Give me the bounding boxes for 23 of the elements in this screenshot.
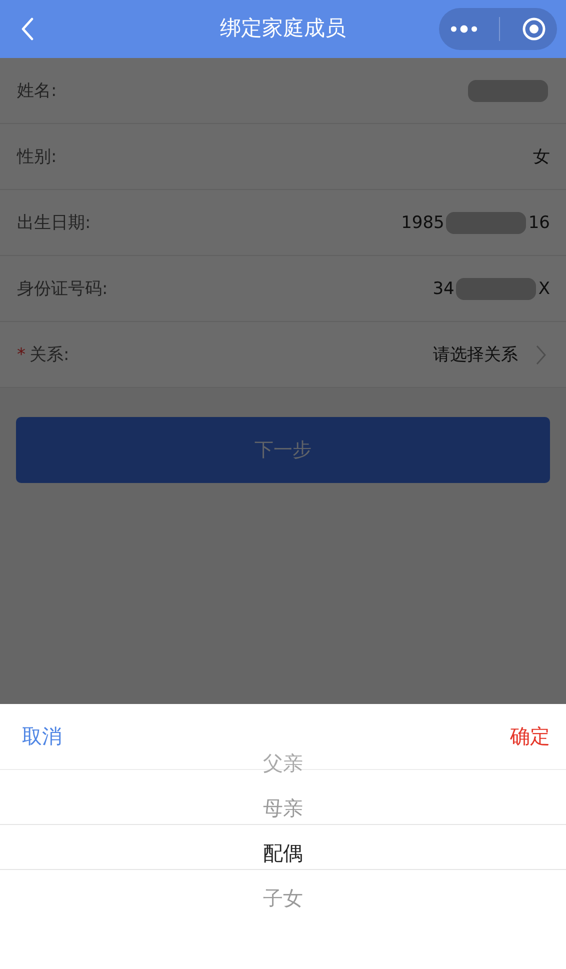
confirm-button[interactable]: 确定 — [510, 723, 550, 750]
back-icon[interactable] — [20, 17, 34, 41]
page-title: 绑定家庭成员 — [219, 15, 347, 42]
more-icon[interactable] — [450, 24, 478, 34]
form-row[interactable]: * 关系: 请选择关系 — [0, 322, 566, 388]
chevron-icon — [536, 344, 546, 364]
picker-option[interactable]: 配偶 — [263, 831, 303, 876]
picker-option[interactable]: 母亲 — [263, 786, 303, 831]
required-mark: * — [17, 344, 26, 364]
field-value: 16 — [528, 212, 550, 232]
field-value: 1985 — [401, 212, 444, 232]
field-label: 关系: — [30, 344, 70, 366]
field-value: X — [538, 278, 550, 298]
picker-option[interactable]: 父亲 — [263, 741, 303, 786]
field-value: 女 — [533, 146, 550, 168]
field-label: 姓名: — [17, 80, 57, 102]
field-label: 出生日期: — [17, 212, 91, 234]
field-label: 性别: — [17, 146, 57, 168]
field-value: 34 — [432, 278, 454, 298]
field-label: 身份证号码: — [17, 278, 108, 300]
select-placeholder: 请选择关系 — [433, 344, 518, 366]
picker-option[interactable]: 子女 — [263, 876, 303, 921]
cancel-button[interactable]: 取消 — [22, 723, 62, 750]
